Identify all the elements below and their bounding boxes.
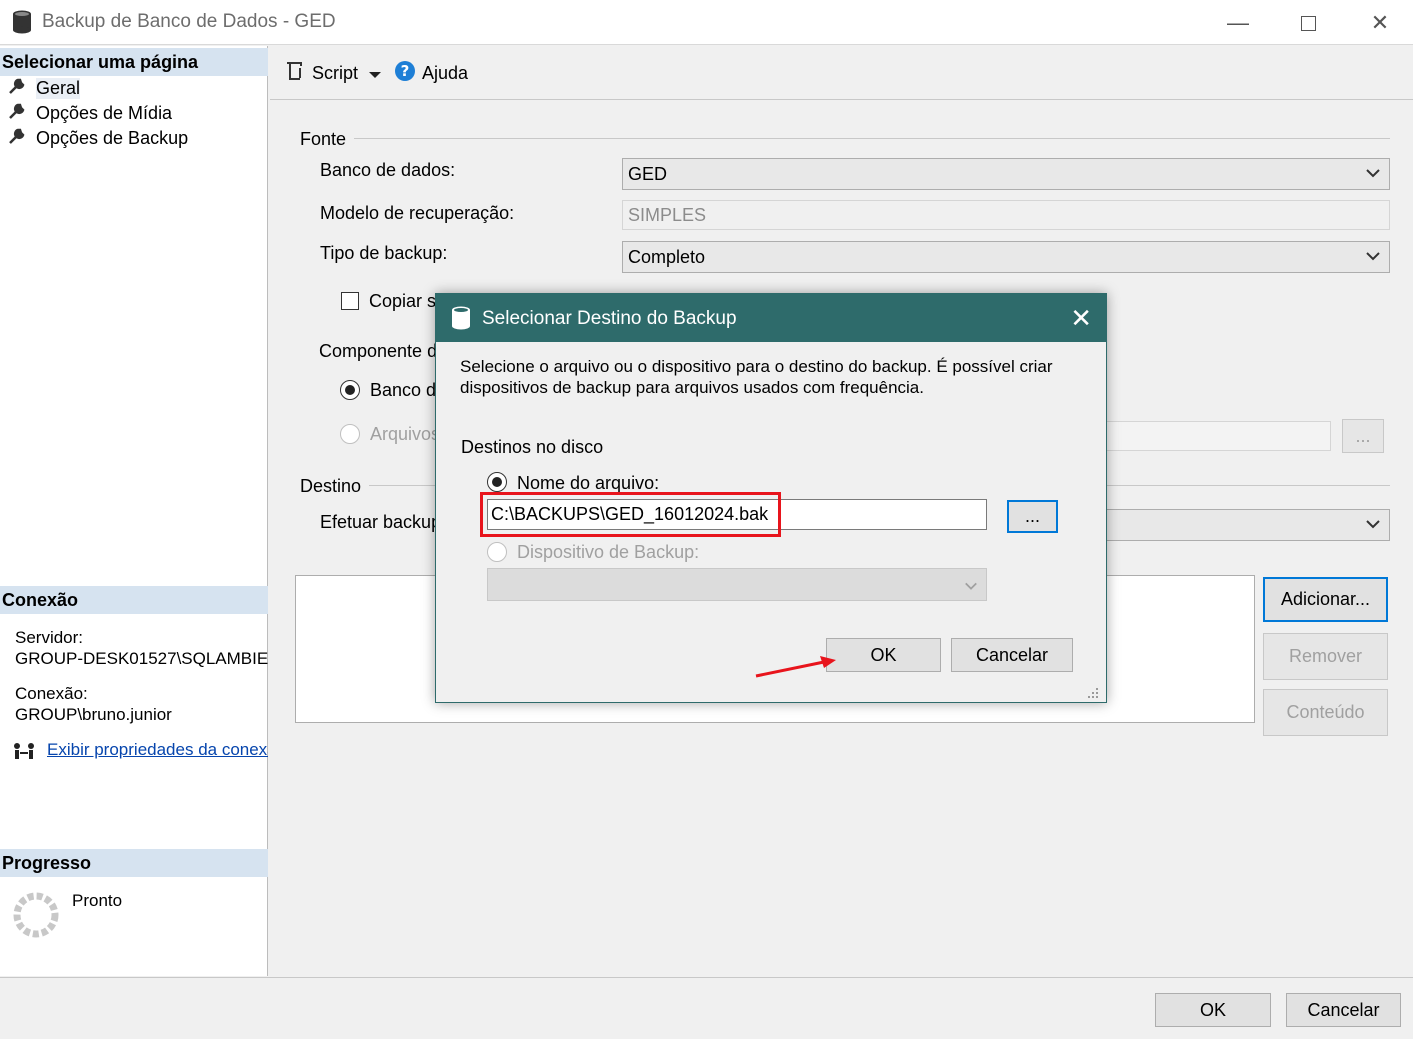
wrench-icon [8, 127, 26, 150]
page-item-geral[interactable]: Geral [8, 76, 81, 100]
source-group-label: Fonte [300, 129, 355, 150]
close-button[interactable]: ✕ [1357, 8, 1403, 38]
file-browse-button[interactable]: ... [1007, 500, 1058, 533]
minimize-icon: — [1227, 10, 1249, 35]
bottom-bar: OK Cancelar [0, 977, 1413, 1039]
backup-device-radio[interactable] [487, 542, 507, 562]
page-item-label: Opções de Mídia [36, 102, 173, 123]
component-database-radio[interactable] [340, 380, 360, 400]
backup-type-select[interactable]: Completo [622, 241, 1390, 273]
help-icon: ? [394, 60, 416, 87]
svg-text:?: ? [401, 62, 410, 80]
chevron-down-icon [1365, 516, 1381, 537]
dialog-close-button[interactable]: ✕ [1070, 303, 1092, 334]
wrench-icon [8, 102, 26, 125]
server-value: GROUP-DESK01527\SQLAMBIEI [15, 649, 268, 668]
database-select[interactable]: GED [622, 158, 1390, 190]
script-label: Script [312, 63, 359, 83]
left-panel: Selecionar uma página Geral Opções de Mí… [0, 46, 268, 976]
database-value: GED [628, 164, 668, 184]
dialog-title-bar: Selecionar Destino do Backup ✕ [436, 294, 1106, 342]
component-files-label: Arquivos [370, 424, 441, 444]
database-icon [451, 306, 471, 335]
dialog-title: Selecionar Destino do Backup [482, 308, 737, 329]
close-icon: ✕ [1370, 10, 1390, 35]
minimize-button[interactable]: — [1215, 8, 1261, 38]
wrench-icon [8, 77, 26, 100]
remove-destination-button[interactable]: Remover [1263, 633, 1388, 680]
progress-spinner-icon [12, 891, 60, 944]
server-label: Servidor: [15, 628, 84, 647]
database-label: Banco de dados: [320, 160, 456, 180]
dialog-description-line: dispositivos de backup para arquivos usa… [460, 378, 924, 397]
resize-grip-icon[interactable] [1086, 684, 1100, 705]
chevron-down-icon [964, 577, 978, 598]
component-files-radio[interactable] [340, 424, 360, 444]
maximize-icon [1300, 15, 1316, 31]
recovery-model-label: Modelo de recuperação: [320, 203, 515, 223]
file-name-label: Nome do arquivo: [517, 473, 660, 493]
maximize-button[interactable] [1285, 8, 1331, 38]
page-item-media-options[interactable]: Opções de Mídia [8, 101, 172, 125]
chevron-down-icon [368, 64, 382, 85]
backup-device-label: Dispositivo de Backup: [517, 542, 700, 562]
contents-button[interactable]: Conteúdo [1263, 689, 1388, 736]
connection-header: Conexão [0, 586, 268, 614]
backup-type-label: Tipo de backup: [320, 243, 448, 263]
recovery-model-field: SIMPLES [622, 200, 1390, 230]
add-destination-button[interactable]: Adicionar... [1263, 577, 1388, 622]
cancel-button[interactable]: Cancelar [1286, 993, 1401, 1027]
script-button[interactable]: Script [284, 60, 358, 87]
select-backup-destination-dialog: Selecionar Destino do Backup ✕ Selecione… [435, 293, 1107, 703]
close-icon: ✕ [1070, 303, 1092, 333]
file-name-highlight [480, 492, 781, 537]
files-field [1105, 421, 1331, 451]
dialog-ok-button[interactable]: OK [826, 638, 941, 672]
view-connection-properties-link[interactable]: Exibir propriedades da conexã [47, 740, 268, 760]
destination-group-label: Destino [300, 476, 370, 497]
backup-device-select[interactable] [487, 568, 987, 601]
red-arrow-annotation [755, 656, 836, 678]
progress-status: Pronto [72, 891, 123, 910]
page-item-label: Opções de Backup [36, 127, 189, 148]
chevron-down-icon [1365, 248, 1381, 269]
window-title: Backup de Banco de Dados - GED [42, 11, 336, 32]
connection-properties-icon [12, 741, 36, 766]
help-button[interactable]: ? Ajuda [394, 60, 468, 87]
progress-header: Progresso [0, 849, 268, 877]
files-browse-button[interactable]: ... [1342, 419, 1384, 453]
backup-to-label: Efetuar backup [320, 512, 442, 532]
source-group-line [352, 138, 1390, 139]
disk-destinations-label: Destinos no disco [461, 437, 604, 457]
chevron-down-icon [1365, 165, 1381, 186]
page-item-backup-options[interactable]: Opções de Backup [8, 126, 188, 150]
backup-component-label: Componente de [319, 341, 448, 361]
database-icon [12, 10, 32, 39]
select-page-header: Selecionar uma página [0, 48, 268, 76]
script-icon [284, 60, 306, 87]
help-label: Ajuda [422, 63, 469, 83]
toolbar: Script ? Ajuda [270, 46, 1413, 100]
script-dropdown-button[interactable] [368, 64, 382, 85]
title-bar: Backup de Banco de Dados - GED — ✕ [0, 0, 1413, 45]
connection-value: GROUP\bruno.junior [15, 705, 172, 724]
ok-button[interactable]: OK [1155, 993, 1271, 1027]
dialog-description: Selecione o arquivo ou o dispositivo par… [460, 356, 1053, 398]
backup-to-select[interactable] [1100, 509, 1390, 541]
dialog-cancel-button[interactable]: Cancelar [951, 638, 1073, 672]
connection-label: Conexão: [15, 684, 88, 703]
backup-type-value: Completo [628, 247, 706, 267]
dialog-description-line: Selecione o arquivo ou o dispositivo par… [460, 357, 1053, 376]
copy-only-checkbox[interactable] [341, 292, 359, 310]
file-name-radio[interactable] [487, 472, 507, 492]
page-item-label: Geral [36, 77, 81, 99]
